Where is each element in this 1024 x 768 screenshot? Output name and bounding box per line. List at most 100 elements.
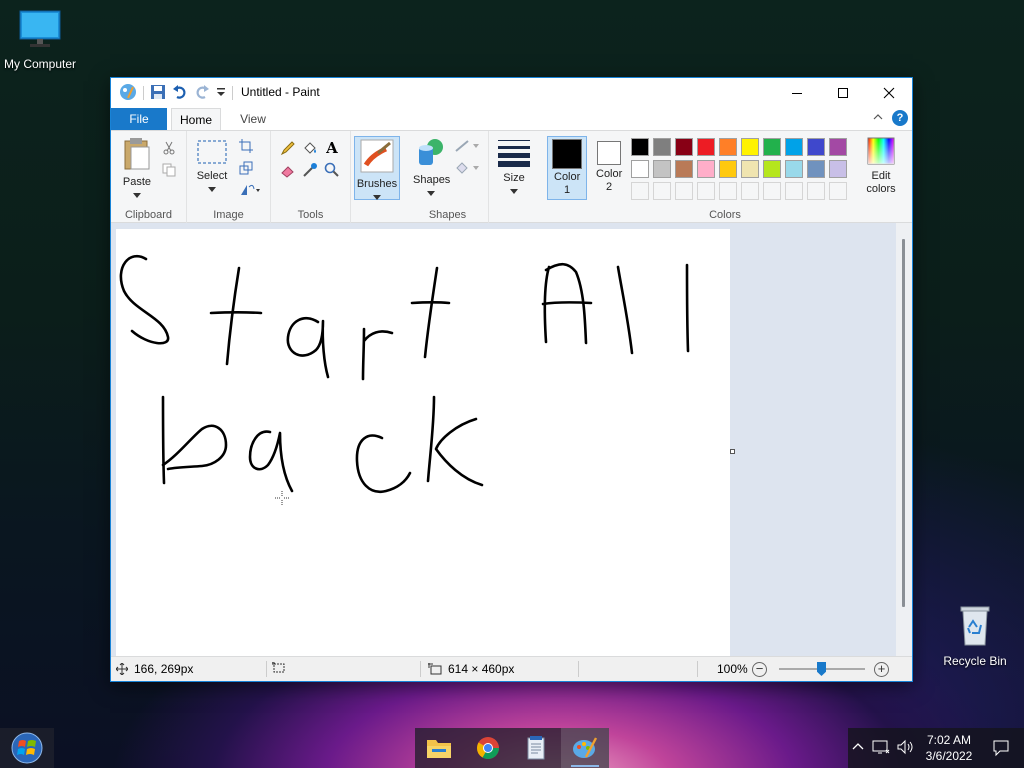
brushes-button[interactable]: Brushes — [354, 136, 400, 200]
network-icon[interactable] — [872, 739, 890, 758]
palette-color-swatch[interactable] — [675, 160, 693, 178]
palette-color-swatch[interactable] — [631, 160, 649, 178]
colors-group: Color 1 Color 2 Edit colors Colors — [539, 131, 911, 223]
canvas-resize-handle-right[interactable] — [730, 449, 735, 454]
windows-orb-icon — [11, 732, 43, 764]
palette-color-swatch[interactable] — [829, 160, 847, 178]
minimize-button[interactable] — [774, 78, 820, 107]
palette-color-swatch[interactable] — [763, 138, 781, 156]
zoom-slider-thumb[interactable] — [817, 662, 826, 676]
palette-color-swatch[interactable] — [785, 138, 803, 156]
color-picker-icon[interactable] — [301, 161, 319, 179]
volume-icon[interactable] — [896, 739, 914, 758]
palette-color-swatch[interactable] — [741, 138, 759, 156]
palette-color-swatch[interactable] — [807, 160, 825, 178]
title-bar[interactable]: Untitled - Paint — [111, 78, 912, 108]
paint-icon — [572, 737, 597, 758]
eraser-icon[interactable] — [279, 161, 297, 179]
close-button[interactable] — [866, 78, 912, 107]
zoom-level: 100% — [717, 662, 748, 676]
palette-color-swatch[interactable] — [653, 138, 671, 156]
notification-icon[interactable] — [992, 739, 1010, 760]
color-1-button[interactable]: Color 1 — [547, 136, 587, 200]
clock[interactable]: 7:02 AM 3/6/2022 — [919, 732, 979, 764]
color-2-button[interactable]: Color 2 — [591, 136, 627, 200]
select-button[interactable]: Select — [193, 139, 231, 195]
custom-color-slot[interactable] — [675, 182, 693, 200]
copy-icon[interactable] — [160, 161, 178, 179]
taskbar-google-chrome[interactable] — [464, 728, 513, 768]
color-1-swatch — [552, 139, 582, 169]
image-size-readout: 614 × 460px — [428, 662, 514, 676]
size-label: Size — [503, 172, 525, 184]
palette-color-swatch[interactable] — [697, 138, 715, 156]
desktop-icon-recycle-bin[interactable]: Recycle Bin — [935, 603, 1015, 668]
custom-color-slot[interactable] — [697, 182, 715, 200]
resize-icon[interactable] — [237, 159, 255, 177]
palette-color-swatch[interactable] — [697, 160, 715, 178]
tab-view[interactable]: View — [229, 108, 277, 130]
palette-color-swatch[interactable] — [675, 138, 693, 156]
brushes-group: Brushes — [351, 131, 407, 223]
desktop-icon-my-computer[interactable]: My Computer — [0, 10, 80, 71]
drawing-canvas[interactable] — [116, 229, 730, 656]
rotate-icon[interactable] — [237, 181, 263, 199]
color-2-swatch — [597, 141, 621, 165]
scrollbar-thumb[interactable] — [902, 239, 905, 607]
zoom-in-button[interactable]: + — [874, 662, 889, 677]
paste-button[interactable]: Paste — [119, 137, 155, 201]
shape-fill-icon[interactable] — [453, 159, 481, 177]
custom-color-slot[interactable] — [829, 182, 847, 200]
maximize-button[interactable] — [820, 78, 866, 107]
customize-toolbar-chevron-icon[interactable] — [216, 86, 226, 101]
palette-color-swatch[interactable] — [785, 160, 803, 178]
tab-file[interactable]: File — [111, 108, 167, 130]
shapes-button[interactable]: Shapes — [413, 137, 450, 199]
size-button[interactable]: Size — [497, 139, 531, 197]
undo-icon[interactable] — [172, 84, 188, 103]
custom-color-slot[interactable] — [785, 182, 803, 200]
pencil-icon[interactable] — [279, 139, 297, 157]
show-hidden-icons-chevron-icon[interactable] — [852, 740, 864, 754]
start-button[interactable] — [0, 728, 54, 768]
crop-icon[interactable] — [237, 137, 255, 155]
zoom-out-button[interactable]: − — [752, 662, 767, 677]
palette-color-swatch[interactable] — [763, 160, 781, 178]
palette-color-swatch[interactable] — [719, 160, 737, 178]
shapes-group-label: Shapes — [428, 209, 467, 221]
select-label: Select — [196, 170, 228, 182]
custom-color-slot[interactable] — [719, 182, 737, 200]
clipboard-group-label: Clipboard — [124, 209, 173, 221]
custom-color-slot[interactable] — [763, 182, 781, 200]
palette-color-swatch[interactable] — [807, 138, 825, 156]
minimize-ribbon-chevron-icon[interactable] — [872, 111, 884, 125]
text-icon[interactable]: A — [323, 139, 341, 157]
magnifier-icon[interactable] — [323, 161, 341, 179]
custom-color-slot[interactable] — [741, 182, 759, 200]
cut-icon[interactable] — [160, 139, 178, 157]
custom-color-slot[interactable] — [653, 182, 671, 200]
tools-group-label: Tools — [297, 209, 324, 221]
custom-color-slot[interactable] — [807, 182, 825, 200]
palette-color-swatch[interactable] — [631, 138, 649, 156]
paint-app-icon[interactable] — [119, 83, 137, 104]
palette-color-swatch[interactable] — [829, 138, 847, 156]
palette-color-swatch[interactable] — [653, 160, 671, 178]
fill-with-color-icon[interactable] — [301, 139, 319, 157]
paste-icon — [124, 138, 150, 170]
palette-color-swatch[interactable] — [719, 138, 737, 156]
monitor-icon — [0, 10, 80, 53]
taskbar-paint[interactable] — [560, 728, 609, 768]
tab-home[interactable]: Home — [171, 108, 221, 130]
image-size-text: 614 × 460px — [448, 662, 515, 676]
custom-color-slot[interactable] — [631, 182, 649, 200]
taskbar-notepad[interactable] — [512, 728, 561, 768]
outline-icon[interactable] — [453, 137, 481, 155]
taskbar-file-explorer[interactable] — [415, 728, 464, 768]
edit-colors-button[interactable]: Edit colors — [859, 137, 903, 196]
vertical-scrollbar[interactable] — [896, 223, 912, 656]
redo-icon[interactable] — [194, 84, 210, 103]
palette-color-swatch[interactable] — [741, 160, 759, 178]
save-icon[interactable] — [150, 84, 166, 103]
help-icon[interactable]: ? — [892, 110, 908, 126]
